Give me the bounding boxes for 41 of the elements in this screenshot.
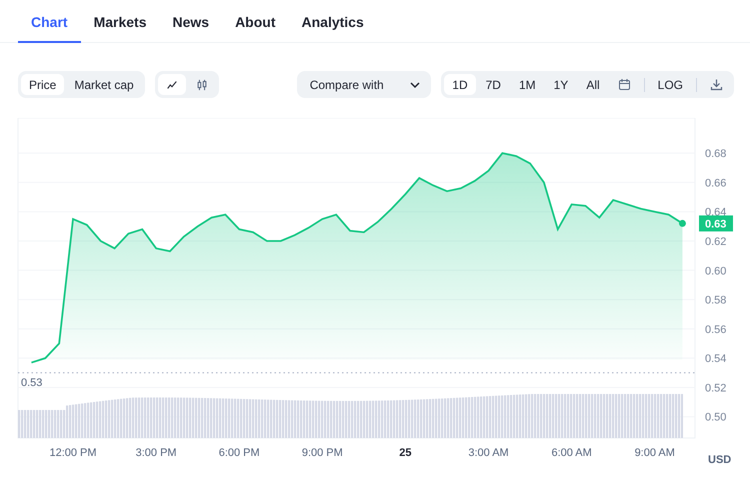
y-axis-label: 0.66 <box>705 177 726 190</box>
range-button[interactable]: 1M <box>510 74 544 95</box>
x-axis-label: 3:00 AM <box>468 447 509 459</box>
date-label: 25 <box>399 447 412 459</box>
range-button[interactable]: 1D <box>444 74 476 95</box>
currency-label: USD <box>708 454 732 466</box>
compare-dropdown[interactable]: Compare with <box>296 71 432 98</box>
tab[interactable]: Analytics <box>288 0 377 43</box>
log-button[interactable]: LOG <box>650 74 691 95</box>
y-axis-label: 0.60 <box>705 265 726 278</box>
current-price-dot <box>678 220 686 227</box>
y-axis-label: 0.50 <box>705 412 726 424</box>
x-axis-label: 6:00 PM <box>218 447 260 459</box>
chart-type-button[interactable] <box>158 74 186 95</box>
y-axis-label: 0.64 <box>705 206 726 219</box>
current-price-label: 0.63 <box>705 218 726 230</box>
tab[interactable]: About <box>222 0 288 43</box>
range-button[interactable]: 7D <box>478 74 509 95</box>
tab[interactable]: Markets <box>80 0 160 43</box>
y-axis-label: 0.56 <box>705 324 726 336</box>
reference-line-label: 0.53 <box>21 376 42 389</box>
y-axis-label: 0.58 <box>705 294 726 307</box>
candlestick-icon <box>196 78 208 92</box>
x-axis-label: 3:00 PM <box>136 447 177 459</box>
toggle-option[interactable]: Price <box>21 74 64 95</box>
x-axis-label: 9:00 AM <box>634 447 675 459</box>
range-button[interactable]: All <box>578 74 608 95</box>
calendar-icon <box>618 78 631 91</box>
tab[interactable]: News <box>159 0 222 43</box>
current-price-badge <box>699 215 733 232</box>
y-axis-label: 0.52 <box>705 382 726 394</box>
download-icon <box>710 78 723 91</box>
y-axis-label: 0.68 <box>705 148 726 160</box>
tab[interactable]: Chart <box>18 0 81 43</box>
x-axis-label: 12:00 PM <box>49 447 97 459</box>
toggle-option[interactable]: Market cap <box>66 74 142 95</box>
x-axis-label: 6:00 AM <box>551 447 592 459</box>
range-button[interactable]: 1Y <box>546 74 576 95</box>
y-axis-label: 0.54 <box>705 353 726 366</box>
x-axis-label: 9:00 PM <box>302 447 343 459</box>
y-axis-label: 0.62 <box>705 236 726 248</box>
